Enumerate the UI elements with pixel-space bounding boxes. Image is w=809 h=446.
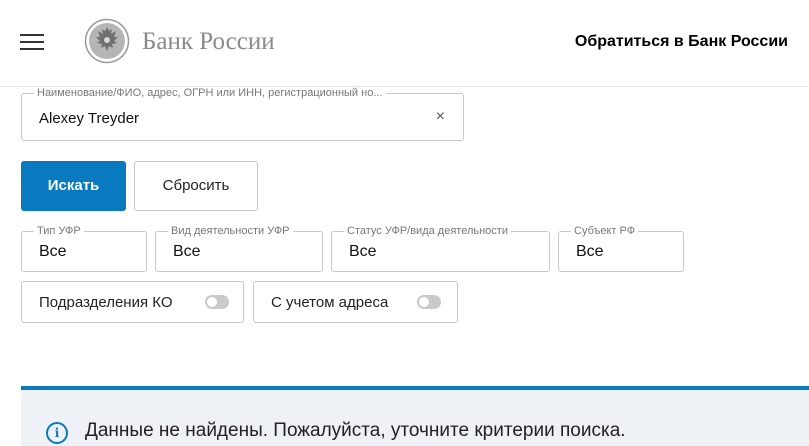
toggle-switch[interactable] [417,295,441,309]
search-button[interactable]: Искать [21,161,126,211]
search-input[interactable]: Наименование/ФИО, адрес, ОГРН или ИНН, р… [21,87,464,141]
no-results-notice: i Данные не найдены. Пожалуйста, уточнит… [21,386,809,446]
toggle-ko-label: Подразделения КО [39,294,173,311]
filter-type-select[interactable]: Тип УФР Все [21,225,147,272]
contact-bank-link[interactable]: Обратиться в Банк России [575,33,788,51]
filter-activity-select[interactable]: Вид деятельности УФР Все [155,225,323,272]
filter-subject-select[interactable]: Субъект РФ Все [558,225,684,272]
clear-icon[interactable]: × [436,108,445,126]
notice-text: Данные не найдены. Пожалуйста, уточните … [85,420,626,441]
search-input-value[interactable]: Alexey Treyder [39,110,139,127]
filter-subject-value[interactable]: Все [576,243,604,261]
filter-status-select[interactable]: Статус УФР/вида деятельности Все [331,225,550,272]
filter-type-label: Тип УФР [34,225,84,237]
filter-activity-label: Вид деятельности УФР [168,225,293,237]
filter-status-label: Статус УФР/вида деятельности [344,225,511,237]
toggle-knob [207,297,217,307]
header: Банк России Обратиться в Банк России [0,0,809,87]
filter-subject-label: Субъект РФ [571,225,639,237]
menu-icon[interactable] [20,34,44,50]
search-input-label: Наименование/ФИО, адрес, ОГРН или ИНН, р… [34,87,386,99]
reset-button[interactable]: Сбросить [134,161,258,211]
filter-type-value[interactable]: Все [39,243,67,261]
toggle-ko-subdivisions[interactable]: Подразделения КО [21,281,244,323]
filter-activity-value[interactable]: Все [173,243,201,261]
toggle-address-label: С учетом адреса [271,294,389,311]
toggle-switch[interactable] [205,295,229,309]
toggle-with-address[interactable]: С учетом адреса [253,281,458,323]
info-icon: i [46,422,68,444]
bank-name[interactable]: Банк России [142,28,275,56]
toggle-knob [419,297,429,307]
bank-logo-emblem-icon[interactable] [84,18,130,64]
filter-status-value[interactable]: Все [349,243,377,261]
